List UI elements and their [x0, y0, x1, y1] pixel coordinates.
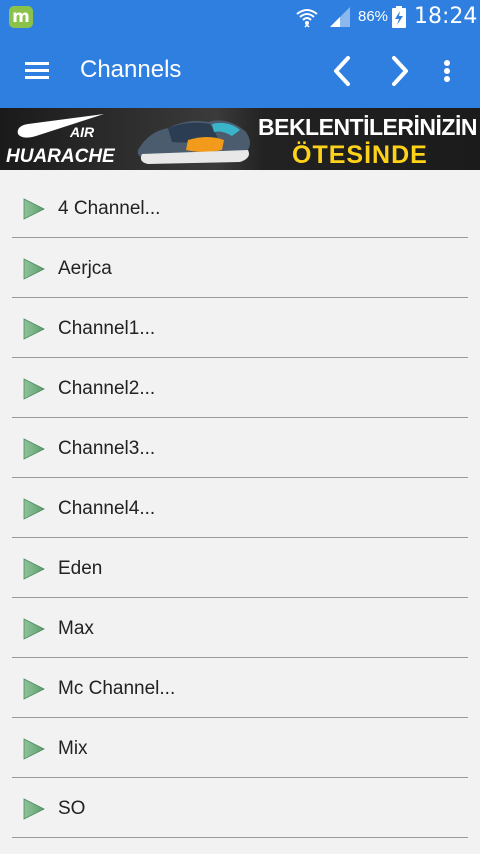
- chevron-left-icon[interactable]: [326, 52, 360, 90]
- play-icon: [23, 378, 45, 400]
- more-vert-icon[interactable]: [434, 52, 460, 90]
- list-item-label: Channel3...: [58, 438, 156, 459]
- list-item-label: Eden: [58, 558, 103, 579]
- ad-brand-air: AIR: [70, 124, 95, 140]
- list-item[interactable]: Channel1...: [0, 298, 480, 358]
- list-item[interactable]: Eden: [0, 538, 480, 598]
- list-item-label: SO: [58, 798, 86, 819]
- list-item-label: Channel2...: [58, 378, 156, 399]
- list-item-label: Channel1...: [58, 318, 156, 339]
- list-item-label: Channel4...: [58, 498, 156, 519]
- play-icon: [23, 618, 45, 640]
- page-title: Channels: [80, 56, 182, 83]
- play-icon: [23, 498, 45, 520]
- play-icon: [23, 738, 45, 760]
- ad-headline-1: BEKLENTİLERİNİZİN: [258, 114, 477, 140]
- list-item-label: Max: [58, 618, 94, 639]
- ad-banner[interactable]: AIR HUARACHE BEKLENTİLERİNİZİN ÖTESİNDE: [0, 108, 480, 170]
- channel-list: 4 Channel... Aerjca Channel1... Channel2...…: [0, 178, 480, 838]
- shoe-image: [137, 120, 250, 164]
- list-item[interactable]: Max: [0, 598, 480, 658]
- app-notification-icon: m: [9, 6, 33, 28]
- play-icon: [23, 438, 45, 460]
- clock: 18:24: [414, 4, 478, 29]
- signal-icon: [330, 7, 350, 27]
- list-item[interactable]: Channel2...: [0, 358, 480, 418]
- list-item-label: Mc Channel...: [58, 678, 176, 699]
- battery-percent: 86%: [358, 8, 389, 25]
- list-item-label: Mix: [58, 738, 88, 759]
- list-item[interactable]: Channel3...: [0, 418, 480, 478]
- play-icon: [23, 798, 45, 820]
- play-icon: [23, 678, 45, 700]
- list-item[interactable]: SO: [0, 778, 480, 838]
- ad-brand-model: HUARACHE: [6, 146, 115, 167]
- list-item-label: Aerjca: [58, 258, 112, 279]
- list-item-label: 4 Channel...: [58, 198, 161, 219]
- play-icon: [23, 558, 45, 580]
- list-item[interactable]: Mix: [0, 718, 480, 778]
- app-toolbar: Channels: [0, 34, 480, 108]
- list-item[interactable]: Mc Channel...: [0, 658, 480, 718]
- ad-headline-2: ÖTESİNDE: [292, 141, 428, 169]
- play-icon: [23, 318, 45, 340]
- wifi-icon: [296, 9, 318, 28]
- play-icon: [23, 198, 45, 220]
- list-item[interactable]: 4 Channel...: [0, 178, 480, 238]
- status-bar: m 86% 18:24: [0, 0, 480, 34]
- chevron-right-icon[interactable]: [382, 52, 416, 90]
- play-icon: [23, 258, 45, 280]
- menu-icon[interactable]: [22, 58, 52, 84]
- list-item[interactable]: Aerjca: [0, 238, 480, 298]
- battery-charging-icon: [392, 6, 406, 28]
- list-item[interactable]: Channel4...: [0, 478, 480, 538]
